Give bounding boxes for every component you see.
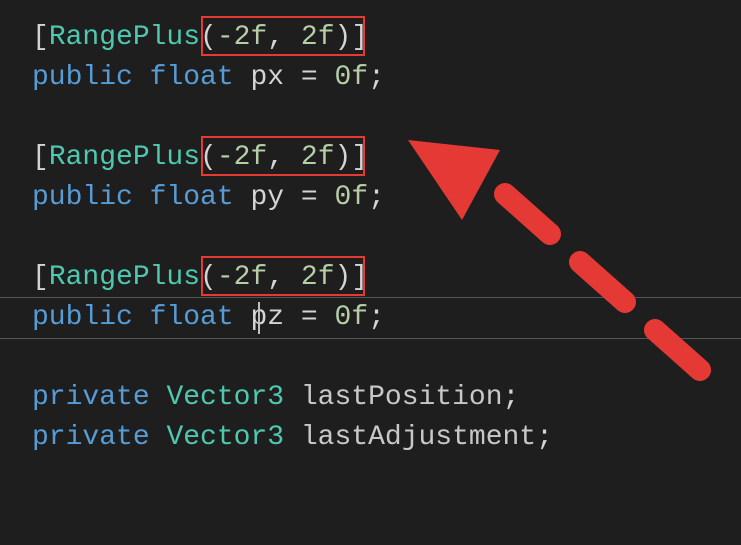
blank-line — [32, 98, 741, 138]
identifier: px — [250, 62, 284, 93]
comma: , — [267, 262, 301, 293]
keyword: private — [32, 422, 150, 453]
type-name: Vector3 — [166, 422, 284, 453]
current-line-border — [0, 338, 741, 339]
comma: , — [267, 22, 301, 53]
operator: = — [301, 302, 318, 333]
keyword: public — [32, 62, 133, 93]
bracket-open: [ — [32, 22, 49, 53]
code-line[interactable]: public float py = 0f; — [32, 178, 741, 218]
bracket-close: ] — [351, 142, 368, 173]
type-keyword: float — [150, 62, 234, 93]
operator: = — [301, 182, 318, 213]
attribute-name: RangePlus — [49, 262, 200, 293]
paren-close: ) — [335, 22, 352, 53]
current-line-border — [0, 297, 741, 298]
paren-open: ( — [200, 262, 217, 293]
bracket-open: [ — [32, 142, 49, 173]
identifier: pz — [250, 302, 284, 333]
keyword: public — [32, 302, 133, 333]
number-literal: 2f — [301, 142, 335, 173]
text-caret — [258, 302, 260, 334]
code-line[interactable]: private Vector3 lastAdjustment; — [32, 418, 741, 458]
comma: , — [267, 142, 301, 173]
operator: = — [301, 62, 318, 93]
code-line[interactable]: public float px = 0f; — [32, 58, 741, 98]
semicolon: ; — [368, 302, 385, 333]
number-literal: 0f — [335, 302, 369, 333]
attribute-name: RangePlus — [49, 22, 200, 53]
keyword: private — [32, 382, 150, 413]
identifier: lastPosition — [301, 382, 503, 413]
semicolon: ; — [536, 422, 553, 453]
code-line[interactable]: [RangePlus(-2f, 2f)] — [32, 138, 741, 178]
identifier: py — [250, 182, 284, 213]
bracket-open: [ — [32, 262, 49, 293]
blank-line — [32, 338, 741, 378]
number-literal: -2f — [217, 262, 267, 293]
paren-close: ) — [335, 142, 352, 173]
number-literal: 0f — [335, 62, 369, 93]
semicolon: ; — [503, 382, 520, 413]
number-literal: -2f — [217, 142, 267, 173]
type-name: Vector3 — [166, 382, 284, 413]
code-line[interactable]: [RangePlus(-2f, 2f)] — [32, 18, 741, 58]
code-line[interactable]: [RangePlus(-2f, 2f)] — [32, 258, 741, 298]
bracket-close: ] — [351, 262, 368, 293]
number-literal: -2f — [217, 22, 267, 53]
code-editor[interactable]: [RangePlus(-2f, 2f)] public float px = 0… — [0, 0, 741, 458]
keyword: public — [32, 182, 133, 213]
paren-close: ) — [335, 262, 352, 293]
code-line[interactable]: public float pz = 0f; — [32, 298, 741, 338]
attribute-name: RangePlus — [49, 142, 200, 173]
number-literal: 2f — [301, 262, 335, 293]
paren-open: ( — [200, 22, 217, 53]
type-keyword: float — [150, 302, 234, 333]
identifier: lastAdjustment — [301, 422, 536, 453]
semicolon: ; — [368, 62, 385, 93]
type-keyword: float — [150, 182, 234, 213]
code-line[interactable]: private Vector3 lastPosition; — [32, 378, 741, 418]
semicolon: ; — [368, 182, 385, 213]
paren-open: ( — [200, 142, 217, 173]
number-literal: 0f — [335, 182, 369, 213]
blank-line — [32, 218, 741, 258]
number-literal: 2f — [301, 22, 335, 53]
bracket-close: ] — [351, 22, 368, 53]
